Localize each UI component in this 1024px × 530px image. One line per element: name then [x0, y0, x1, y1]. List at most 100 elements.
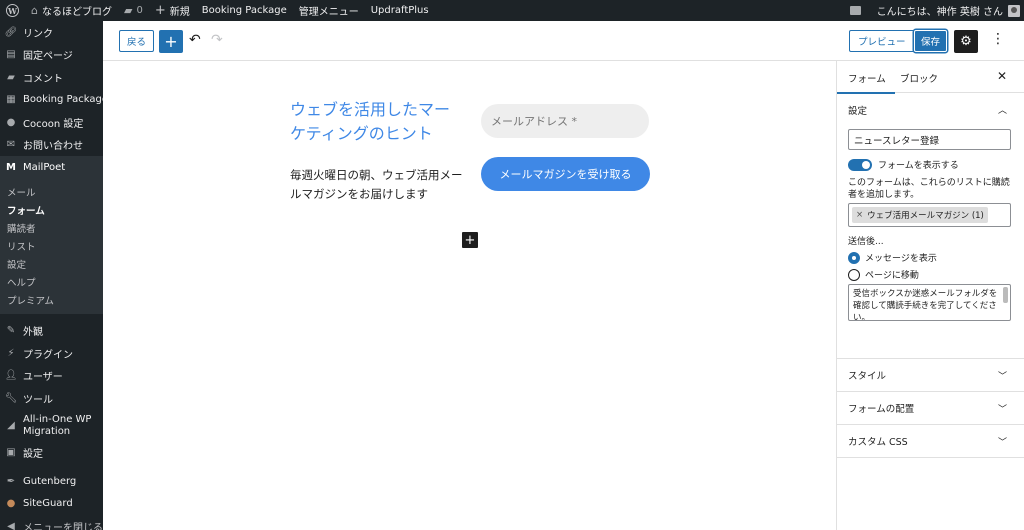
sidebar-collapse-button[interactable]: ◀ メニューを閉じる — [0, 515, 103, 530]
submenu-item-lists[interactable]: リスト — [0, 237, 103, 255]
sidebar-item-gutenberg[interactable]: ✒ Gutenberg — [0, 470, 103, 493]
submenu-item-emails[interactable]: メール — [0, 183, 103, 201]
textarea-scrollbar[interactable] — [1003, 287, 1008, 303]
collapse-icon: ◀ — [7, 520, 15, 530]
sidebar-item-contact[interactable]: ✉ お問い合わせ — [0, 134, 103, 157]
list-token: × ウェブ活用メールマガジン (1) — [852, 207, 988, 223]
settings-icon: ▣ — [6, 447, 16, 459]
sidebar-item-migration[interactable]: ◢ All-in-One WP Migration — [0, 410, 103, 442]
after-submit-label: 送信後... — [848, 237, 884, 247]
avatar — [1008, 4, 1020, 17]
admin-bar: W ⌂ なるほどブログ ▰ 0 + 新規 Booking Package 管理メニュー… — [0, 0, 1024, 21]
sidebar-item-plugins[interactable]: ⚡︎ プラグイン — [0, 342, 103, 365]
mailpoet-icon: M — [6, 161, 16, 173]
undo-button[interactable]: ↶ — [189, 32, 201, 48]
sidebar-item-booking-package[interactable]: ▦ Booking Package — [0, 89, 103, 112]
sidebar-item-tools[interactable]: 🔧︎ ツール — [0, 387, 103, 410]
sidebar-item-comments[interactable]: ▰ コメント — [0, 66, 103, 89]
cocoon-icon: ● — [6, 116, 16, 128]
brush-icon: ✎ — [6, 325, 16, 337]
chevron-down-icon: ﹀ — [997, 371, 1007, 382]
show-form-toggle[interactable] — [848, 158, 872, 171]
tab-block[interactable]: ブロック — [900, 71, 938, 85]
comment-icon: ▰ — [7, 71, 15, 83]
admin-sidebar: 🔗︎ リンク ▤ 固定ページ ▰ コメント ▦ Booking Package ● Coc… — [0, 21, 103, 530]
placement-section-toggle[interactable]: フォームの配置 ﹀ — [837, 392, 1024, 425]
home-icon: ⌂ — [31, 4, 38, 17]
editor-toolbar: 戻る + ↶ ↷ プレビュー 保存 ⚙ ⋮ — [103, 21, 1024, 61]
sidebar-item-cocoon[interactable]: ● Cocoon 設定 — [0, 111, 103, 134]
plus-icon: + — [464, 232, 476, 248]
undo-icon: ↶ — [189, 32, 201, 48]
remove-token-icon[interactable]: × — [856, 210, 863, 220]
redo-icon: ↷ — [211, 32, 223, 48]
back-button[interactable]: 戻る — [119, 30, 155, 52]
tab-form[interactable]: フォーム — [837, 71, 895, 94]
lists-select[interactable]: × ウェブ活用メールマガジン (1) — [848, 203, 1011, 227]
ellipsis-vertical-icon: ⋮ — [991, 31, 1005, 47]
notification-link[interactable] — [844, 0, 871, 21]
sidebar-item-users[interactable]: 👤︎ ユーザー — [0, 365, 103, 388]
shield-icon: ● — [6, 498, 16, 510]
radio-show-message[interactable] — [848, 251, 860, 264]
form-name-input[interactable]: ニュースレター登録 — [848, 129, 1011, 150]
wordpress-icon: W — [6, 4, 19, 17]
style-section-toggle[interactable]: スタイル ﹀ — [837, 359, 1024, 392]
sidebar-item-siteguard[interactable]: ● SiteGuard — [0, 493, 103, 516]
sidebar-item-mailpoet[interactable]: M MailPoet — [0, 156, 103, 179]
redo-button[interactable]: ↷ — [211, 32, 223, 48]
comments-link[interactable]: ▰ 0 — [118, 0, 149, 21]
page-icon: ▤ — [6, 49, 16, 61]
my-account-link[interactable]: こんにちは、神作 英樹 さん — [871, 0, 1024, 21]
email-field[interactable]: メールアドレス * — [481, 104, 649, 138]
plugin-icon: ⚡︎ — [7, 347, 15, 359]
save-button[interactable]: 保存 — [914, 30, 948, 52]
comment-icon: ▰ — [123, 4, 133, 17]
show-form-toggle-row: フォームを表示する — [848, 158, 1013, 171]
more-options-button[interactable]: ⋮ — [991, 31, 1005, 47]
radio-show-message-row: メッセージを表示 — [848, 251, 1013, 264]
block-inserter-button[interactable]: + — [159, 30, 183, 53]
plus-icon: + — [164, 32, 178, 51]
updraftplus-link[interactable]: UpdraftPlus — [365, 0, 435, 21]
sidebar-item-pages[interactable]: ▤ 固定ページ — [0, 44, 103, 67]
form-heading[interactable]: ウェブを活用したマーケティングのヒント — [290, 98, 460, 146]
settings-toggle-button[interactable]: ⚙ — [954, 30, 978, 53]
preview-button[interactable]: プレビュー — [849, 30, 915, 52]
sidebar-item-appearance[interactable]: ✎ 外観 — [0, 320, 103, 343]
radio-redirect-row: ページに移動 — [848, 268, 1013, 281]
radio-redirect[interactable] — [848, 268, 860, 281]
submenu-item-premium[interactable]: プレミアム — [0, 291, 103, 309]
sidebar-item-settings[interactable]: ▣ 設定 — [0, 442, 103, 465]
settings-sidebar: フォーム ブロック ✕ 設定 ︿ ニュースレター登録 フォームを表示する このフ… — [836, 61, 1024, 530]
notification-icon — [849, 6, 861, 15]
panel-tabs: フォーム ブロック ✕ — [837, 61, 1024, 94]
mail-icon: ✉ — [6, 139, 16, 151]
admin-menu-link[interactable]: 管理メニュー — [293, 0, 365, 21]
calendar-icon: ▦ — [6, 94, 16, 106]
custom-css-section-toggle[interactable]: カスタム CSS ﹀ — [837, 425, 1024, 458]
lists-help-text: このフォームは、これらのリストに購読者を追加します。 — [848, 178, 1010, 200]
user-icon: 👤︎ — [4, 370, 18, 382]
submenu-item-settings[interactable]: 設定 — [0, 255, 103, 273]
success-message-textarea[interactable]: 受信ボックスか迷惑メールフォルダを確認して購読手続きを完了してください。 — [848, 284, 1011, 321]
submenu-item-help[interactable]: ヘルプ — [0, 273, 103, 291]
close-icon: ✕ — [996, 69, 1007, 83]
submenu-item-forms[interactable]: フォーム — [0, 201, 103, 219]
submenu-item-subscribers[interactable]: 購読者 — [0, 219, 103, 237]
add-block-button[interactable]: + — [462, 232, 478, 248]
link-icon: 🔗︎ — [4, 26, 18, 38]
settings-section-toggle[interactable]: 設定 ︿ — [837, 93, 1024, 126]
editor-canvas[interactable]: ウェブを活用したマーケティングのヒント 毎週火曜日の朝、ウェブ活用メールマガジン… — [103, 61, 836, 530]
close-panel-button[interactable]: ✕ — [997, 69, 1007, 83]
form-description[interactable]: 毎週火曜日の朝、ウェブ活用メールマガジンをお届けします — [290, 166, 465, 204]
booking-package-link[interactable]: Booking Package — [196, 0, 293, 21]
new-content-link[interactable]: + 新規 — [149, 0, 196, 21]
wp-logo-menu[interactable]: W — [0, 0, 25, 21]
subscribe-button[interactable]: メールマガジンを受け取る — [481, 157, 650, 191]
gear-icon: ⚙ — [960, 34, 972, 49]
settings-section: ニュースレター登録 フォームを表示する このフォームは、これらのリストに購読者を… — [837, 129, 1024, 359]
plus-icon: + — [154, 3, 166, 18]
sidebar-item-links[interactable]: 🔗︎ リンク — [0, 21, 103, 44]
site-name-link[interactable]: ⌂ なるほどブログ — [25, 0, 118, 21]
